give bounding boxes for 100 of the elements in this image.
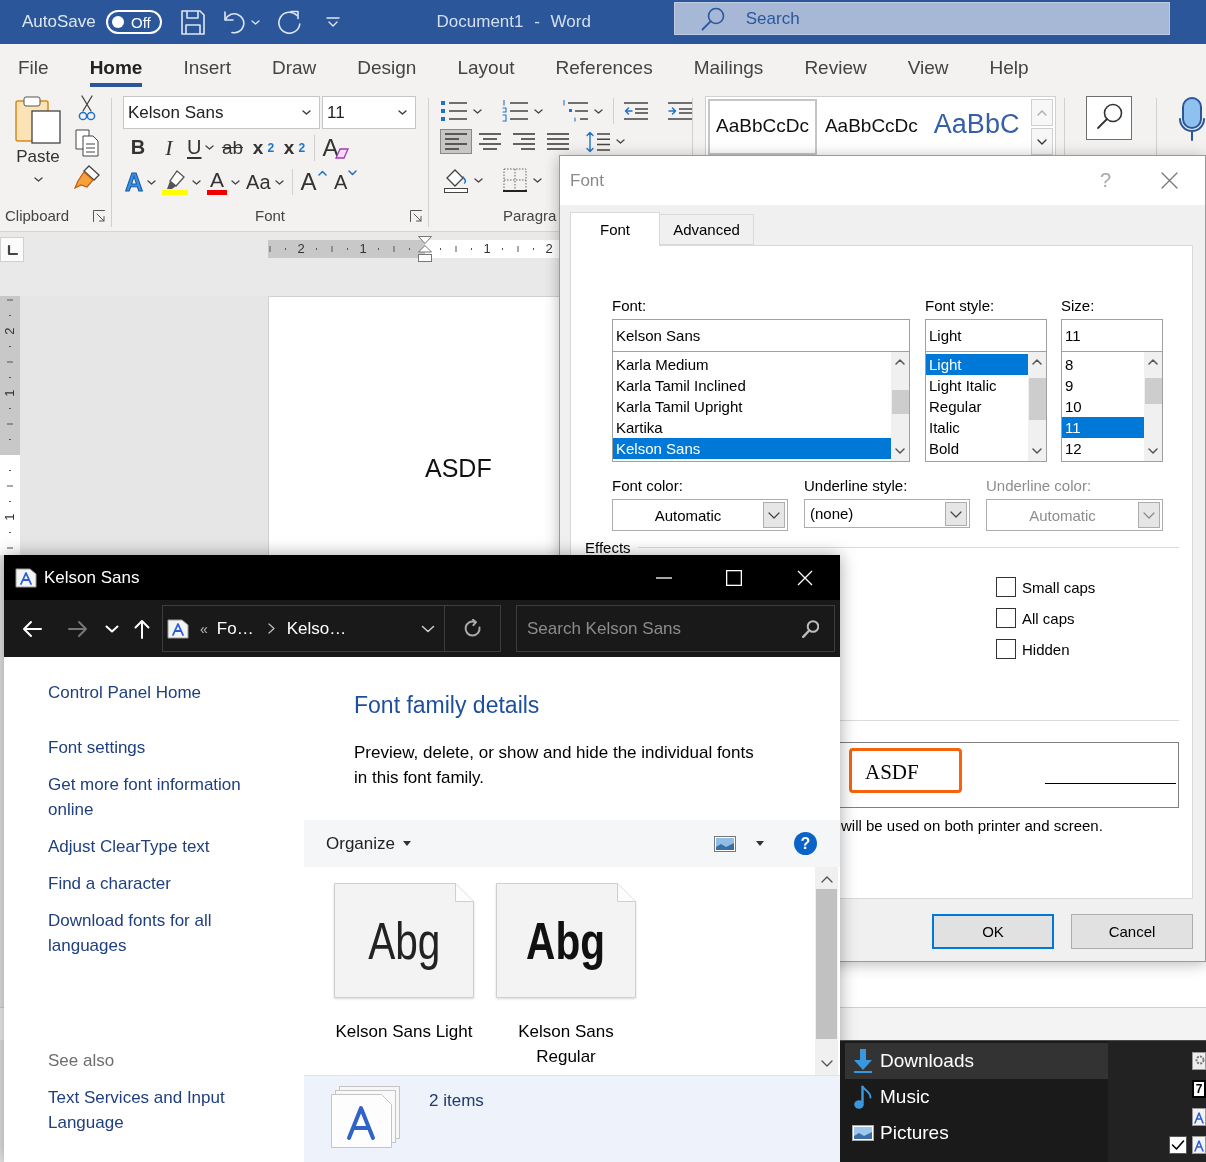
ribbon-tab[interactable]: Help <box>989 57 1029 87</box>
list-item[interactable]: 12 <box>1062 438 1144 459</box>
bold-button[interactable]: B <box>125 133 151 162</box>
ribbon-tab[interactable]: Design <box>357 57 417 87</box>
italic-button[interactable]: I <box>156 133 182 162</box>
checkbox-label[interactable]: Hidden <box>1022 640 1070 658</box>
checkbox-label[interactable]: All caps <box>1022 609 1075 627</box>
checkbox[interactable] <box>996 639 1016 659</box>
shrink-font-button[interactable]: A <box>332 168 359 196</box>
undo-icon[interactable] <box>222 10 245 34</box>
scrollbar[interactable] <box>1144 352 1162 461</box>
ribbon-tab[interactable]: Draw <box>271 57 317 87</box>
font-file-thumbnail[interactable]: Abg <box>334 883 474 998</box>
dialog-launcher-icon[interactable] <box>410 210 422 222</box>
multilevel-list-icon[interactable] <box>562 100 589 122</box>
copy-icon[interactable] <box>75 129 99 157</box>
view-icon[interactable] <box>714 835 736 852</box>
borders-icon[interactable] <box>503 168 527 192</box>
list-item[interactable]: Regular <box>926 396 1028 417</box>
checkbox[interactable] <box>996 608 1016 628</box>
link[interactable]: Get more font information online <box>48 772 274 822</box>
increase-indent-icon[interactable] <box>668 102 692 120</box>
organize-button[interactable]: Organize <box>326 833 411 854</box>
list-item[interactable]: Bold <box>926 438 1028 459</box>
checkbox[interactable] <box>1169 1136 1187 1154</box>
list-item[interactable]: 11 <box>1062 417 1144 438</box>
highlight-button[interactable] <box>162 168 202 196</box>
bullets-icon[interactable] <box>441 101 467 121</box>
chevron-down-icon[interactable] <box>421 624 435 633</box>
list-item[interactable]: Kartika <box>613 417 891 438</box>
style-button[interactable]: AaBbCcDc <box>708 99 817 155</box>
indent-marker-icon[interactable] <box>418 236 432 262</box>
list-item[interactable]: Light <box>926 354 1028 375</box>
dialog-launcher-icon[interactable] <box>93 210 105 222</box>
scroll-down-icon[interactable] <box>895 448 905 454</box>
customize-icon[interactable] <box>325 17 340 27</box>
font-file-icon[interactable] <box>1192 1108 1206 1126</box>
numbering-icon[interactable] <box>501 100 528 122</box>
link[interactable]: Download fonts for all languages <box>48 908 274 958</box>
scroll-down-icon[interactable] <box>1032 448 1042 454</box>
refresh-icon[interactable] <box>463 618 482 639</box>
list-box[interactable]: Karla Medium Karla Tamil Inclined Karla Tamil Upright Kartika Kelson Sans <box>612 351 910 462</box>
scroll-thumb[interactable] <box>891 390 909 414</box>
ribbon-tab[interactable]: Insert <box>183 57 231 87</box>
line-spacing-icon[interactable] <box>586 130 610 153</box>
nav-item[interactable]: Pictures <box>845 1115 1108 1151</box>
scroll-up-icon[interactable] <box>820 876 833 883</box>
link[interactable]: Font settings <box>48 735 146 760</box>
scroll-thumb[interactable] <box>1028 378 1046 420</box>
list-item[interactable]: Light Italic <box>926 375 1028 396</box>
checkbox-label[interactable]: Small caps <box>1022 578 1096 596</box>
save-icon[interactable] <box>180 9 205 35</box>
shading-icon[interactable] <box>444 167 468 193</box>
scroll-thumb[interactable] <box>816 889 837 1039</box>
gear-icon[interactable] <box>1192 1052 1206 1070</box>
style-button[interactable]: AaBbCcDc <box>816 99 926 155</box>
font-color-button[interactable]: A <box>207 168 241 196</box>
caret-icon[interactable] <box>616 139 625 144</box>
dropdown[interactable]: Automatic <box>612 499 788 531</box>
list-box[interactable]: 8 9 10 11 12 <box>1061 351 1163 462</box>
up-arrow-icon[interactable] <box>134 618 150 639</box>
font-file-name[interactable]: Kelson Sans Regular <box>491 1019 641 1069</box>
dialog-tab[interactable]: Font <box>570 212 660 246</box>
list-item[interactable]: Kelson Sans <box>613 438 891 459</box>
font-file-thumbnail[interactable]: Abg <box>496 883 636 998</box>
ribbon-tab[interactable]: References <box>555 57 653 87</box>
maximize-icon[interactable] <box>726 569 742 586</box>
list-item[interactable]: Karla Medium <box>613 354 891 375</box>
list-item[interactable]: Italic <box>926 417 1028 438</box>
ribbon-tab[interactable]: Review <box>804 57 867 87</box>
link[interactable]: Control Panel Home <box>48 680 202 705</box>
search-icon[interactable] <box>1086 96 1132 140</box>
change-case-button[interactable]: Aa <box>246 168 284 196</box>
scroll-down-icon[interactable] <box>820 1060 833 1067</box>
link[interactable]: Adjust ClearType text <box>48 834 210 859</box>
scroll-up-icon[interactable] <box>1032 359 1042 365</box>
caret-icon[interactable] <box>756 841 764 846</box>
list-item[interactable]: 9 <box>1062 375 1144 396</box>
link[interactable]: Text Services and Input Language <box>48 1085 274 1135</box>
dialog-tab[interactable]: Advanced <box>659 214 754 245</box>
list-item[interactable]: 10 <box>1062 396 1144 417</box>
scrollbar[interactable] <box>891 352 909 461</box>
scroll-up-icon[interactable] <box>1148 359 1158 365</box>
calendar-icon[interactable]: 7 <box>1192 1080 1206 1098</box>
list-item[interactable]: Karla Tamil Inclined <box>613 375 891 396</box>
text-field[interactable]: Light <box>925 319 1047 352</box>
cancel-button[interactable]: Cancel <box>1071 914 1193 949</box>
style-button[interactable]: AaBbC <box>925 99 1032 155</box>
caret-icon[interactable] <box>594 108 604 114</box>
back-arrow-icon[interactable] <box>22 619 42 638</box>
font-file-icon[interactable] <box>1192 1136 1206 1154</box>
grow-font-button[interactable]: A <box>300 168 327 196</box>
search-field[interactable]: Search <box>673 2 1170 35</box>
align-left-button[interactable] <box>440 129 472 154</box>
scrollbar[interactable] <box>815 867 838 1075</box>
scroll-thumb[interactable] <box>1144 378 1162 404</box>
list-item[interactable]: 8 <box>1062 354 1144 375</box>
text-field[interactable]: Kelson Sans <box>612 319 910 352</box>
font-file-name[interactable]: Kelson Sans Light <box>335 1019 473 1044</box>
caret-icon[interactable] <box>473 108 482 114</box>
